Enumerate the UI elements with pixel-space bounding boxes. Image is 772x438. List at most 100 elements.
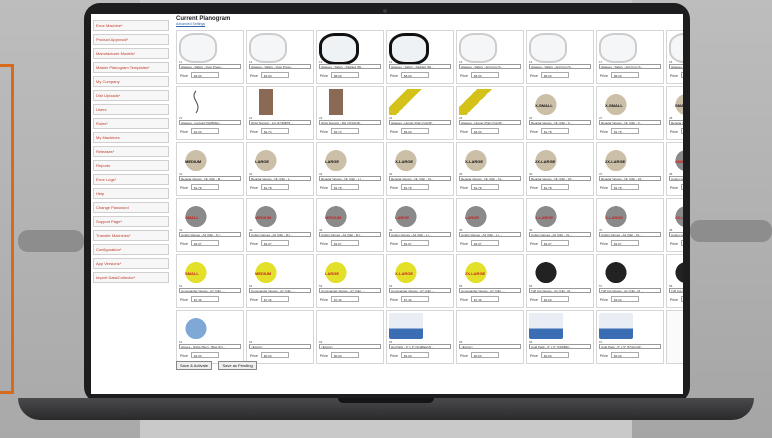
product-select[interactable]: Glasses - Safety - Anti Fog (S...: [599, 64, 661, 69]
price-input[interactable]: $3.00: [191, 72, 219, 78]
product-select[interactable]: Cotton Gloves - A2 (CE) - XL ...: [599, 232, 661, 237]
sidebar-item[interactable]: Manufacturer Models*: [93, 48, 169, 59]
price-input[interactable]: $3.00: [261, 72, 289, 78]
sidebar-item[interactable]: Configuration*: [93, 244, 169, 255]
price-input[interactable]: $3.07: [401, 240, 429, 246]
product-select[interactable]: Regular Gloves - NL (CE) - XL...: [389, 176, 451, 181]
sidebar-item[interactable]: Support Page*: [93, 216, 169, 227]
sidebar-item[interactable]: Dist Uploads*: [93, 90, 169, 101]
price-input[interactable]: $1.78: [611, 128, 639, 134]
sidebar-item[interactable]: My Company: [93, 76, 169, 87]
sidebar-item[interactable]: Error Logs*: [93, 174, 169, 185]
price-input[interactable]: $5.0: [681, 72, 683, 78]
price-input[interactable]: $4.74: [261, 128, 289, 134]
sidebar-item[interactable]: Product Approval*: [93, 34, 169, 45]
product-select[interactable]: Glasses - Hunter (Pair) (GLNP...: [389, 120, 451, 125]
product-select[interactable]: Cotton Gloves -: [669, 176, 683, 181]
price-input[interactable]: $2.00: [611, 352, 639, 358]
price-input[interactable]: $1.78: [471, 184, 499, 190]
product-select[interactable]: Regular Gloves - NL (CE) - X...: [529, 120, 591, 125]
price-input[interactable]: $1.78: [611, 184, 639, 190]
product-select[interactable]: Regular Gloves -: [669, 120, 683, 125]
product-select[interactable]: Glasses - Safety - Anti Fog (S...: [459, 64, 521, 69]
product-select[interactable]: Cold Pack - 6" x 9" (674mmtP...: [599, 344, 661, 349]
price-input[interactable]: $7.46: [471, 296, 499, 302]
price-input[interactable]: $3.07: [471, 240, 499, 246]
save-activate-button[interactable]: Save & Activate: [176, 361, 213, 370]
price-input[interactable]: $3.0: [681, 184, 683, 190]
product-select[interactable]: Hot Pack - 6" x 9" (Scdl8auhN...: [389, 344, 451, 349]
price-input[interactable]: $8.00: [401, 72, 429, 78]
product-select[interactable]: Cotton Gloves - A2 (CE) - M (...: [319, 232, 381, 237]
price-input[interactable]: $1.78: [261, 184, 289, 190]
price-input[interactable]: $3.6: [681, 296, 683, 302]
price-input[interactable]: $1.78: [331, 184, 359, 190]
product-select[interactable]: Commander Gloves - A7 (CE) -...: [179, 288, 241, 293]
price-input[interactable]: $1.7: [681, 128, 683, 134]
price-input[interactable]: $1.78: [541, 128, 569, 134]
save-pending-button[interactable]: Save as Pending: [218, 361, 257, 370]
sidebar-item[interactable]: Error Machine*: [93, 20, 169, 31]
price-input[interactable]: $0.00: [261, 352, 289, 358]
sidebar-item[interactable]: My Machines: [93, 132, 169, 143]
sidebar-item[interactable]: Import Data/Collector*: [93, 272, 169, 283]
product-select[interactable]: Regular Gloves - NL (CE) - L (...: [319, 176, 381, 181]
price-input[interactable]: $7.46: [191, 296, 219, 302]
price-input[interactable]: $3.07: [331, 240, 359, 246]
price-input[interactable]: $7.46: [261, 296, 289, 302]
price-input[interactable]: $5.00: [471, 72, 499, 78]
price-input[interactable]: $1.00: [191, 128, 219, 134]
price-input[interactable]: $3.07: [261, 240, 289, 246]
sidebar-item[interactable]: Transfer Machines*: [93, 230, 169, 241]
product-select[interactable]: Regular Gloves - NL (CE) - L...: [249, 176, 311, 181]
sidebar-item[interactable]: Reports: [93, 160, 169, 171]
product-select[interactable]: Cotton Gloves - A2 (CE) - S (...: [179, 232, 241, 237]
product-select[interactable]: Glasses - Safety - Over Preso...: [179, 64, 241, 69]
product-select[interactable]: Glasses - Lanyard (GR86Da...: [179, 120, 241, 125]
price-input[interactable]: $7.46: [331, 296, 359, 302]
sidebar-item[interactable]: App Versions*: [93, 258, 169, 269]
product-select[interactable]: Glasses - Safety - Over Preso...: [249, 64, 311, 69]
sidebar-item[interactable]: Users: [93, 104, 169, 115]
product-select[interactable]: Commander Gloves - A7 (CE) -...: [249, 288, 311, 293]
price-input[interactable]: $0.00: [331, 352, 359, 358]
product-select[interactable]: Cotton Gloves - A2 (CE) - L (...: [459, 232, 521, 237]
product-select[interactable]: Cotton Gloves - A2 (CE) - M (...: [249, 232, 311, 237]
product-select[interactable]: Tuff Cut Gloves -: [669, 288, 683, 293]
price-input[interactable]: $3.60: [541, 296, 569, 302]
product-select[interactable]: Cold Pack - 6" x 9" (C6DB4F...: [529, 344, 591, 349]
product-select[interactable]: Glasses - Hunter (Pair) (GLNP...: [459, 120, 521, 125]
product-select[interactable]: Gloves - Nitrile (Box) - Blue NO...: [179, 344, 241, 349]
sidebar-item[interactable]: Releases*: [93, 146, 169, 157]
price-input[interactable]: $1.78: [541, 184, 569, 190]
price-input[interactable]: $3.07: [541, 240, 569, 246]
product-select[interactable]: Wrist Support - LG (474DB78...: [249, 120, 311, 125]
product-select[interactable]: Commander Gloves - A7 (CE) -...: [319, 288, 381, 293]
product-select[interactable]: <Empty>: [319, 344, 381, 349]
price-input[interactable]: $4.00: [471, 128, 499, 134]
price-input[interactable]: $3.07: [191, 240, 219, 246]
product-select[interactable]: Cotton Gloves -: [669, 232, 683, 237]
price-input[interactable]: $3.07: [611, 240, 639, 246]
price-input[interactable]: $1.78: [191, 184, 219, 190]
product-select[interactable]: Glasses - Safety - Padded (Mi...: [319, 64, 381, 69]
price-input[interactable]: $0.00: [471, 352, 499, 358]
price-input[interactable]: $3.60: [611, 296, 639, 302]
sidebar-item[interactable]: Master Planogram Templates*: [93, 62, 169, 73]
product-select[interactable]: Wrist Support - RH (474xbxB...: [319, 120, 381, 125]
price-input[interactable]: $2.00: [401, 352, 429, 358]
product-select[interactable]: Regular Gloves - NL (CE) - 2X...: [529, 176, 591, 181]
product-select[interactable]: Tuff Cut Gloves - A1 (CE) - M...: [529, 288, 591, 293]
product-select[interactable]: <Empty>: [249, 344, 311, 349]
price-input[interactable]: $7.46: [401, 296, 429, 302]
product-select[interactable]: Glasses - Safety - Anti Fog (S...: [529, 64, 591, 69]
product-select[interactable]: Regular Gloves - NL (CE) - XL...: [459, 176, 521, 181]
product-select[interactable]: Tuff Cut Gloves - A1 (CE) - M ...: [599, 288, 661, 293]
price-input[interactable]: $4.74: [331, 128, 359, 134]
sidebar-item[interactable]: Help: [93, 188, 169, 199]
product-select[interactable]: Regular Gloves - NL (CE) - X...: [599, 120, 661, 125]
price-input[interactable]: $1.78: [401, 184, 429, 190]
sidebar-item[interactable]: Roles*: [93, 118, 169, 129]
price-input[interactable]: $6.00: [401, 128, 429, 134]
product-select[interactable]: Cotton Gloves - A2 (CE) - XL ...: [529, 232, 591, 237]
